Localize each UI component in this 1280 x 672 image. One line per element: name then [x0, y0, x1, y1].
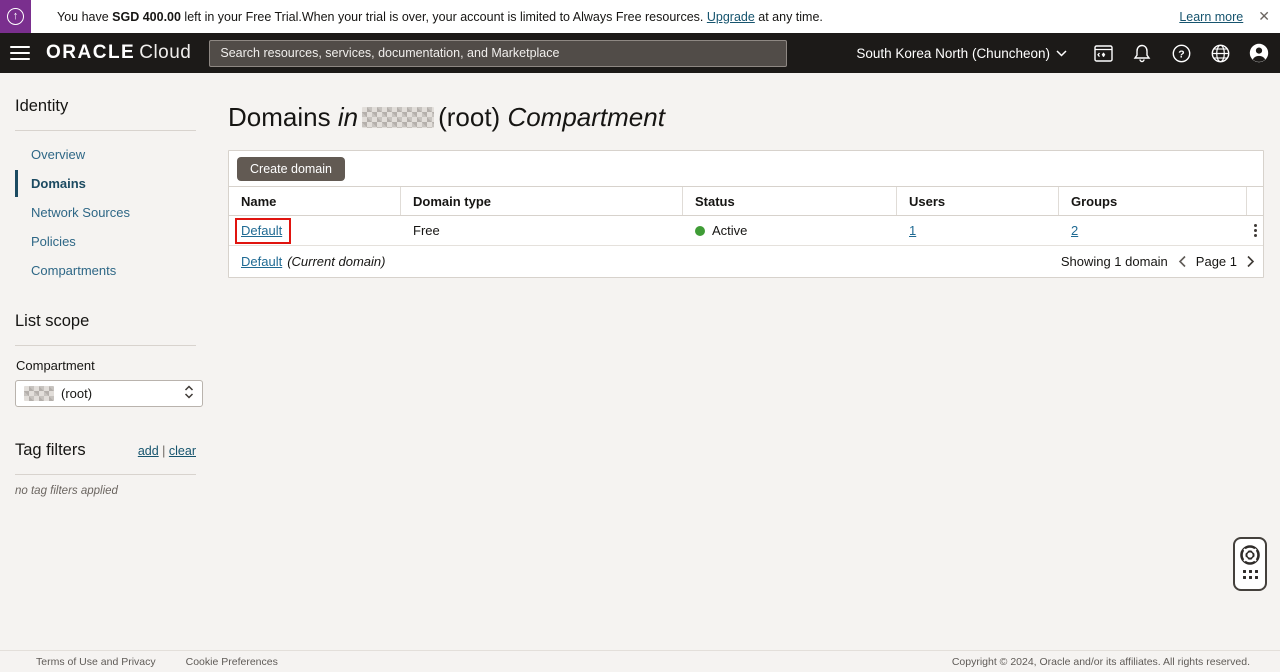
table-toolbar: Create domain — [229, 151, 1263, 186]
table-header-row: Name Domain type Status Users Groups — [229, 186, 1263, 216]
current-domain-link[interactable]: Default — [241, 254, 282, 269]
sidebar-item-policies[interactable]: Policies — [15, 228, 196, 255]
upgrade-link[interactable]: Upgrade — [707, 10, 755, 24]
upgrade-arrow-icon: ↑ — [0, 0, 31, 33]
svg-text:?: ? — [1178, 48, 1184, 60]
search-input[interactable] — [209, 39, 788, 67]
divider — [15, 130, 196, 131]
trial-message-middle: left in your Free Trial.When your trial … — [180, 9, 707, 24]
cookie-preferences-link[interactable]: Cookie Preferences — [186, 656, 278, 668]
column-header-domain-type: Domain type — [401, 187, 683, 215]
domains-table-card: Create domain Name Domain type Status Us… — [228, 150, 1264, 278]
trial-banner: ↑ You have SGD 400.00 left in your Free … — [0, 0, 1280, 33]
oracle-cloud-logo[interactable]: ORACLE Cloud — [46, 42, 191, 64]
list-scope-title: List scope — [15, 312, 90, 330]
tag-filters-title: Tag filters — [15, 441, 86, 459]
tag-filters-section: Tag filters add | clear no tag filters a… — [15, 441, 196, 497]
search-bar — [209, 39, 788, 67]
sidebar-item-compartments[interactable]: Compartments — [15, 257, 196, 284]
life-ring-icon — [1240, 545, 1260, 565]
tag-links-separator: | — [162, 444, 166, 458]
title-compartment: Compartment — [507, 102, 665, 132]
cloud-shell-icon[interactable] — [1092, 42, 1114, 64]
status-label: Active — [712, 223, 748, 238]
copyright-text: Copyright © 2024, Oracle and/or its affi… — [951, 655, 1250, 668]
groups-count-link[interactable]: 2 — [1071, 223, 1078, 238]
trial-amount: SGD 400.00 — [112, 9, 181, 24]
list-scope-section: List scope Compartment (root) — [15, 312, 203, 407]
trial-message-suffix: at any time. — [754, 9, 823, 24]
create-domain-button[interactable]: Create domain — [237, 156, 345, 181]
top-navigation-bar: ORACLECloud South Korea North (Chuncheon… — [0, 33, 1280, 73]
compartment-select[interactable]: (root) — [15, 380, 203, 407]
title-in: in — [337, 102, 359, 132]
identity-sidebar: Identity Overview Domains Network Source… — [0, 73, 212, 650]
region-label: South Korea North (Chuncheon) — [856, 45, 1050, 61]
no-tag-filters-text: no tag filters applied — [15, 485, 118, 497]
table-row: Default Free Active 1 2 — [229, 216, 1263, 246]
redacted-compartment-name — [24, 386, 54, 401]
divider — [15, 474, 196, 475]
stepper-icon — [184, 385, 194, 402]
region-selector[interactable]: South Korea North (Chuncheon) — [856, 46, 1067, 61]
terms-link[interactable]: Terms of Use and Privacy — [36, 656, 156, 668]
column-header-status: Status — [683, 187, 897, 215]
logo-oracle-text: ORACLE — [46, 42, 136, 63]
current-domain-note: (Current domain) — [287, 254, 386, 269]
trial-message: You have SGD 400.00 left in your Free Tr… — [57, 10, 823, 24]
hamburger-icon[interactable] — [10, 46, 30, 60]
chevron-left-icon[interactable] — [1178, 255, 1187, 268]
title-root: (root) — [438, 102, 501, 132]
sidebar-item-network-sources[interactable]: Network Sources — [15, 199, 196, 226]
globe-icon[interactable] — [1209, 42, 1231, 64]
page-title: Domains in (root) Compartment — [228, 102, 1264, 133]
dots-grid-icon — [1242, 570, 1258, 579]
sidebar-item-overview[interactable]: Overview — [15, 141, 196, 168]
redacted-compartment-name — [362, 107, 435, 128]
title-domains: Domains — [228, 102, 331, 132]
sidebar-title: Identity — [15, 97, 69, 115]
column-header-groups: Groups — [1059, 187, 1247, 215]
bell-icon[interactable] — [1131, 42, 1153, 64]
tag-clear-link[interactable]: clear — [169, 444, 196, 458]
compartment-select-value: (root) — [61, 386, 93, 401]
domain-name-link[interactable]: Default — [241, 223, 282, 238]
status-cell: Active — [683, 223, 897, 238]
compartment-label: Compartment — [16, 358, 95, 373]
page-footer: Terms of Use and Privacy Cookie Preferen… — [0, 650, 1280, 672]
divider — [15, 345, 196, 346]
page-indicator: Page 1 — [1195, 254, 1237, 269]
help-icon[interactable]: ? — [1170, 42, 1192, 64]
up-arrow-glyph: ↑ — [7, 8, 24, 25]
tag-add-link[interactable]: add — [138, 444, 159, 458]
table-footer-row: Default (Current domain) Showing 1 domai… — [229, 246, 1263, 277]
domain-type-value: Free — [413, 223, 440, 238]
sidebar-item-domains[interactable]: Domains — [15, 170, 196, 197]
main-panel: Domains in (root) Compartment Create doma… — [212, 73, 1280, 650]
topbar-actions: South Korea North (Chuncheon) ? — [856, 42, 1270, 64]
tag-filter-actions: add | clear — [138, 444, 196, 458]
annotation-highlight-box: Default — [235, 217, 292, 244]
sidebar-menu: Overview Domains Network Sources Policie… — [15, 141, 196, 284]
learn-more-link[interactable]: Learn more — [1179, 10, 1243, 24]
showing-count-text: Showing 1 domain — [1060, 254, 1168, 269]
support-widget[interactable] — [1233, 537, 1267, 591]
chevron-down-icon — [1056, 49, 1067, 57]
status-active-dot — [695, 226, 705, 236]
chevron-right-icon[interactable] — [1246, 255, 1255, 268]
avatar-icon[interactable] — [1248, 42, 1270, 64]
logo-cloud-text: Cloud — [139, 42, 192, 63]
content-area: Identity Overview Domains Network Source… — [0, 73, 1280, 650]
close-icon[interactable]: ✕ — [1256, 8, 1272, 25]
banner-actions: Learn more ✕ — [1179, 8, 1280, 25]
pagination: Showing 1 domain Page 1 — [1061, 254, 1255, 269]
column-header-name: Name — [229, 187, 401, 215]
column-header-users: Users — [897, 187, 1059, 215]
trial-message-prefix: You have — [57, 9, 113, 24]
users-count-link[interactable]: 1 — [909, 223, 916, 238]
kebab-menu-icon[interactable] — [1250, 220, 1261, 241]
